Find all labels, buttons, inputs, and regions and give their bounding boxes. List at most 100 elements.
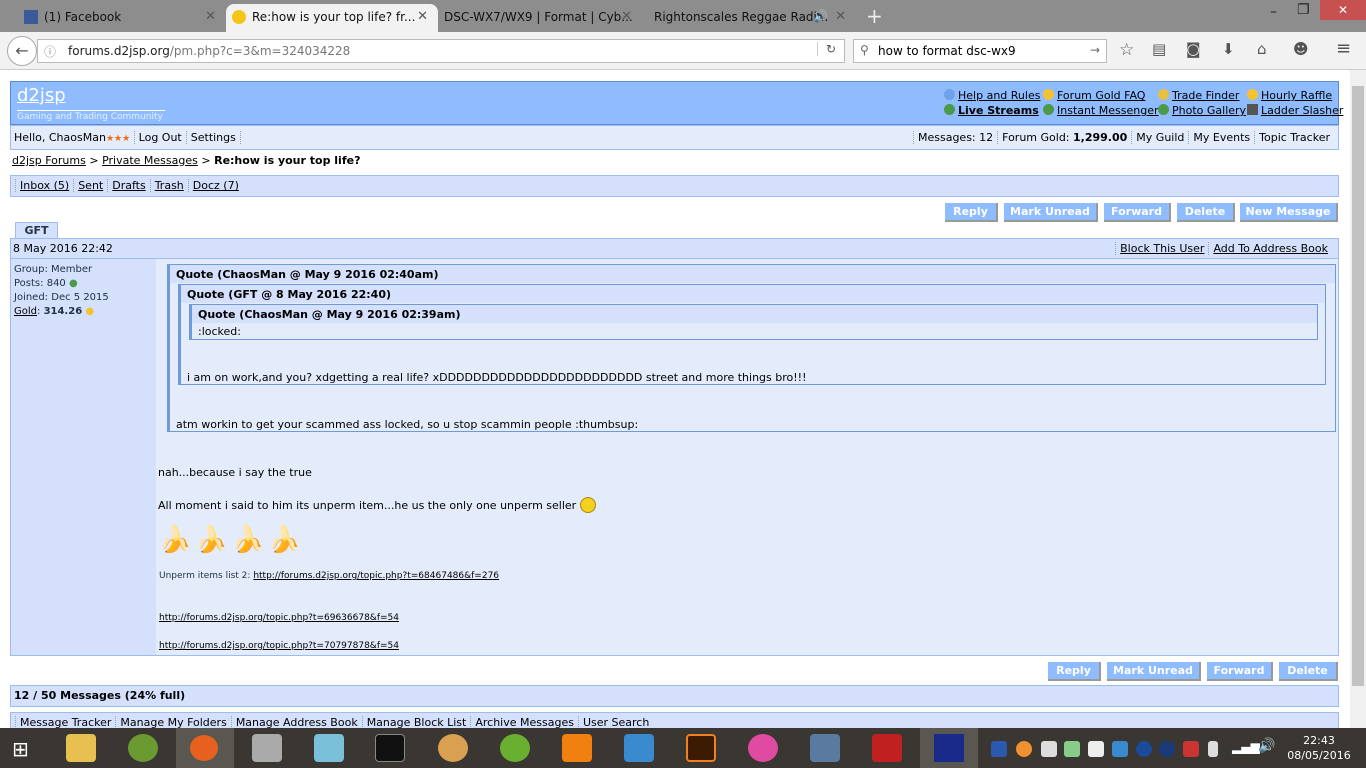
ladder-slasher-link[interactable]: Ladder Slasher [1247, 104, 1343, 117]
tab-radio[interactable]: Rightonscales Reggae Radi... 🔊 ✕ [644, 4, 856, 32]
clock[interactable]: 22:43 08/05/2016 [1284, 733, 1354, 763]
tray-icon[interactable] [1064, 741, 1080, 757]
reload-icon[interactable]: ↻ [816, 42, 836, 56]
my-events-link[interactable]: My Events [1188, 131, 1255, 144]
tray-icon[interactable] [1016, 741, 1032, 757]
messages-count[interactable]: Messages: 12 [912, 131, 998, 144]
reading-list-icon[interactable]: ▤ [1152, 40, 1166, 58]
file-explorer-icon[interactable] [66, 734, 96, 762]
info-icon[interactable]: ⓘ [44, 43, 56, 60]
start-icon[interactable]: ⊞ [12, 737, 29, 761]
folder-docz[interactable]: Docz (7) [193, 179, 239, 192]
add-address-book-link[interactable]: Add To Address Book [1213, 242, 1328, 255]
logo[interactable]: d2jsp [17, 85, 66, 106]
close-window-button[interactable]: ✕ [1320, 0, 1366, 20]
illustrator-icon[interactable] [686, 734, 716, 762]
forward-button[interactable]: Forward [1104, 203, 1171, 222]
close-icon[interactable]: ✕ [417, 9, 428, 24]
photo-gallery-link[interactable]: Photo Gallery [1158, 104, 1246, 117]
back-button[interactable]: ← [7, 36, 37, 66]
speaker-icon[interactable]: 🔊 [813, 9, 828, 23]
itunes-icon[interactable] [748, 734, 778, 762]
manage-address-book-link[interactable]: Manage Address Book [230, 716, 362, 728]
breadcrumb-forums[interactable]: d2jsp Forums [12, 154, 86, 167]
home-icon[interactable]: ⌂ [1257, 40, 1267, 58]
topic-link[interactable]: http://forums.d2jsp.org/topic.php?t=7079… [159, 641, 399, 651]
hourly-raffle-link[interactable]: Hourly Raffle [1247, 89, 1332, 102]
archive-messages-link[interactable]: Archive Messages [470, 716, 578, 728]
utorrent-icon[interactable] [500, 734, 530, 762]
paint-icon[interactable] [438, 734, 468, 762]
network-error-icon[interactable] [1183, 741, 1199, 757]
mark-unread-button-bottom[interactable]: Mark Unread [1107, 662, 1201, 681]
gold-link[interactable]: Gold [14, 306, 37, 317]
tab-facebook[interactable]: (1) Facebook ✕ [18, 4, 226, 32]
folder-inbox[interactable]: Inbox (5) [20, 179, 69, 192]
go-arrow-icon[interactable]: → [1090, 43, 1100, 57]
game-icon[interactable] [872, 734, 902, 762]
close-icon[interactable]: ✕ [621, 9, 632, 24]
calculator-icon[interactable] [252, 734, 282, 762]
manage-folders-link[interactable]: Manage My Folders [115, 716, 231, 728]
control-panel-icon[interactable] [624, 734, 654, 762]
scrollbar[interactable] [1350, 70, 1366, 728]
folder-sent[interactable]: Sent [78, 179, 103, 192]
breadcrumb-pm[interactable]: Private Messages [102, 154, 198, 167]
download-icon[interactable]: ⬇ [1222, 40, 1235, 58]
signal-icon[interactable]: ▂▄▆ [1232, 740, 1260, 754]
delete-button-bottom[interactable]: Delete [1279, 662, 1338, 681]
folder-drafts[interactable]: Drafts [112, 179, 145, 192]
command-prompt-icon[interactable] [375, 734, 405, 762]
bookmark-star-icon[interactable]: ☆ [1119, 40, 1134, 60]
tab-format[interactable]: DSC-WX7/WX9 | Format | Cyb... ✕ [430, 4, 642, 32]
block-user-link[interactable]: Block This User [1120, 242, 1204, 255]
menu-icon[interactable]: ≡ [1336, 38, 1351, 59]
pocket-icon[interactable]: ◙ [1186, 40, 1201, 58]
bluetooth-icon[interactable] [1159, 741, 1175, 757]
help-rules-link[interactable]: Help and Rules [944, 89, 1040, 102]
search-input[interactable]: ⚲ how to format dsc-wx9 → [853, 39, 1107, 63]
tray-icon[interactable] [1136, 741, 1152, 757]
topic-tracker-link[interactable]: Topic Tracker [1254, 131, 1334, 144]
manage-block-list-link[interactable]: Manage Block List [361, 716, 471, 728]
smiley-icon[interactable]: ☻ [1293, 40, 1309, 58]
action-center-icon[interactable] [1041, 741, 1057, 757]
diablo-taskbar-button[interactable] [920, 728, 978, 768]
my-guild-link[interactable]: My Guild [1131, 131, 1189, 144]
app-icon[interactable] [128, 734, 158, 762]
forward-button-bottom[interactable]: Forward [1207, 662, 1273, 681]
new-message-button[interactable]: New Message [1240, 203, 1338, 222]
topic-link[interactable]: http://forums.d2jsp.org/topic.php?t=6963… [159, 613, 399, 623]
notes-icon[interactable] [314, 734, 344, 762]
restore-button[interactable]: ❐ [1297, 2, 1310, 18]
message-tracker-link[interactable]: Message Tracker [15, 716, 116, 728]
firefox-taskbar-button[interactable] [176, 728, 234, 768]
url-bar[interactable]: ⓘ forums.d2jsp.org/pm.php?c=3&m=32403422… [37, 39, 845, 63]
folder-trash[interactable]: Trash [155, 179, 184, 192]
minimize-button[interactable]: – [1270, 4, 1277, 20]
delete-button[interactable]: Delete [1177, 203, 1235, 222]
mark-unread-button[interactable]: Mark Unread [1004, 203, 1098, 222]
tray-icon[interactable] [1112, 741, 1128, 757]
reply-button[interactable]: Reply [945, 203, 998, 222]
vlc-icon[interactable] [562, 734, 592, 762]
instant-messenger-link[interactable]: Instant Messenger [1043, 104, 1159, 117]
trade-finder-link[interactable]: Trade Finder [1158, 89, 1239, 102]
sender-tab[interactable]: GFT [15, 222, 58, 239]
logout-link[interactable]: Log Out [133, 131, 186, 144]
close-icon[interactable]: ✕ [835, 9, 846, 24]
starcraft-icon[interactable] [810, 734, 840, 762]
user-search-link[interactable]: User Search [577, 716, 654, 728]
reply-button-bottom[interactable]: Reply [1048, 662, 1101, 681]
signature-link[interactable]: http://forums.d2jsp.org/topic.php?t=6846… [253, 571, 499, 581]
new-tab-button[interactable]: + [866, 4, 883, 28]
scrollbar-thumb[interactable] [1352, 86, 1364, 686]
live-streams-link[interactable]: Live Streams [944, 104, 1039, 117]
tray-icon[interactable] [991, 741, 1007, 757]
windows-icon[interactable] [1088, 741, 1104, 757]
volume-icon[interactable]: 🔊 [1258, 738, 1275, 754]
battery-icon[interactable] [1208, 741, 1218, 757]
gold-faq-link[interactable]: Forum Gold FAQ [1043, 89, 1145, 102]
settings-link[interactable]: Settings [185, 131, 240, 144]
close-icon[interactable]: ✕ [205, 9, 216, 24]
